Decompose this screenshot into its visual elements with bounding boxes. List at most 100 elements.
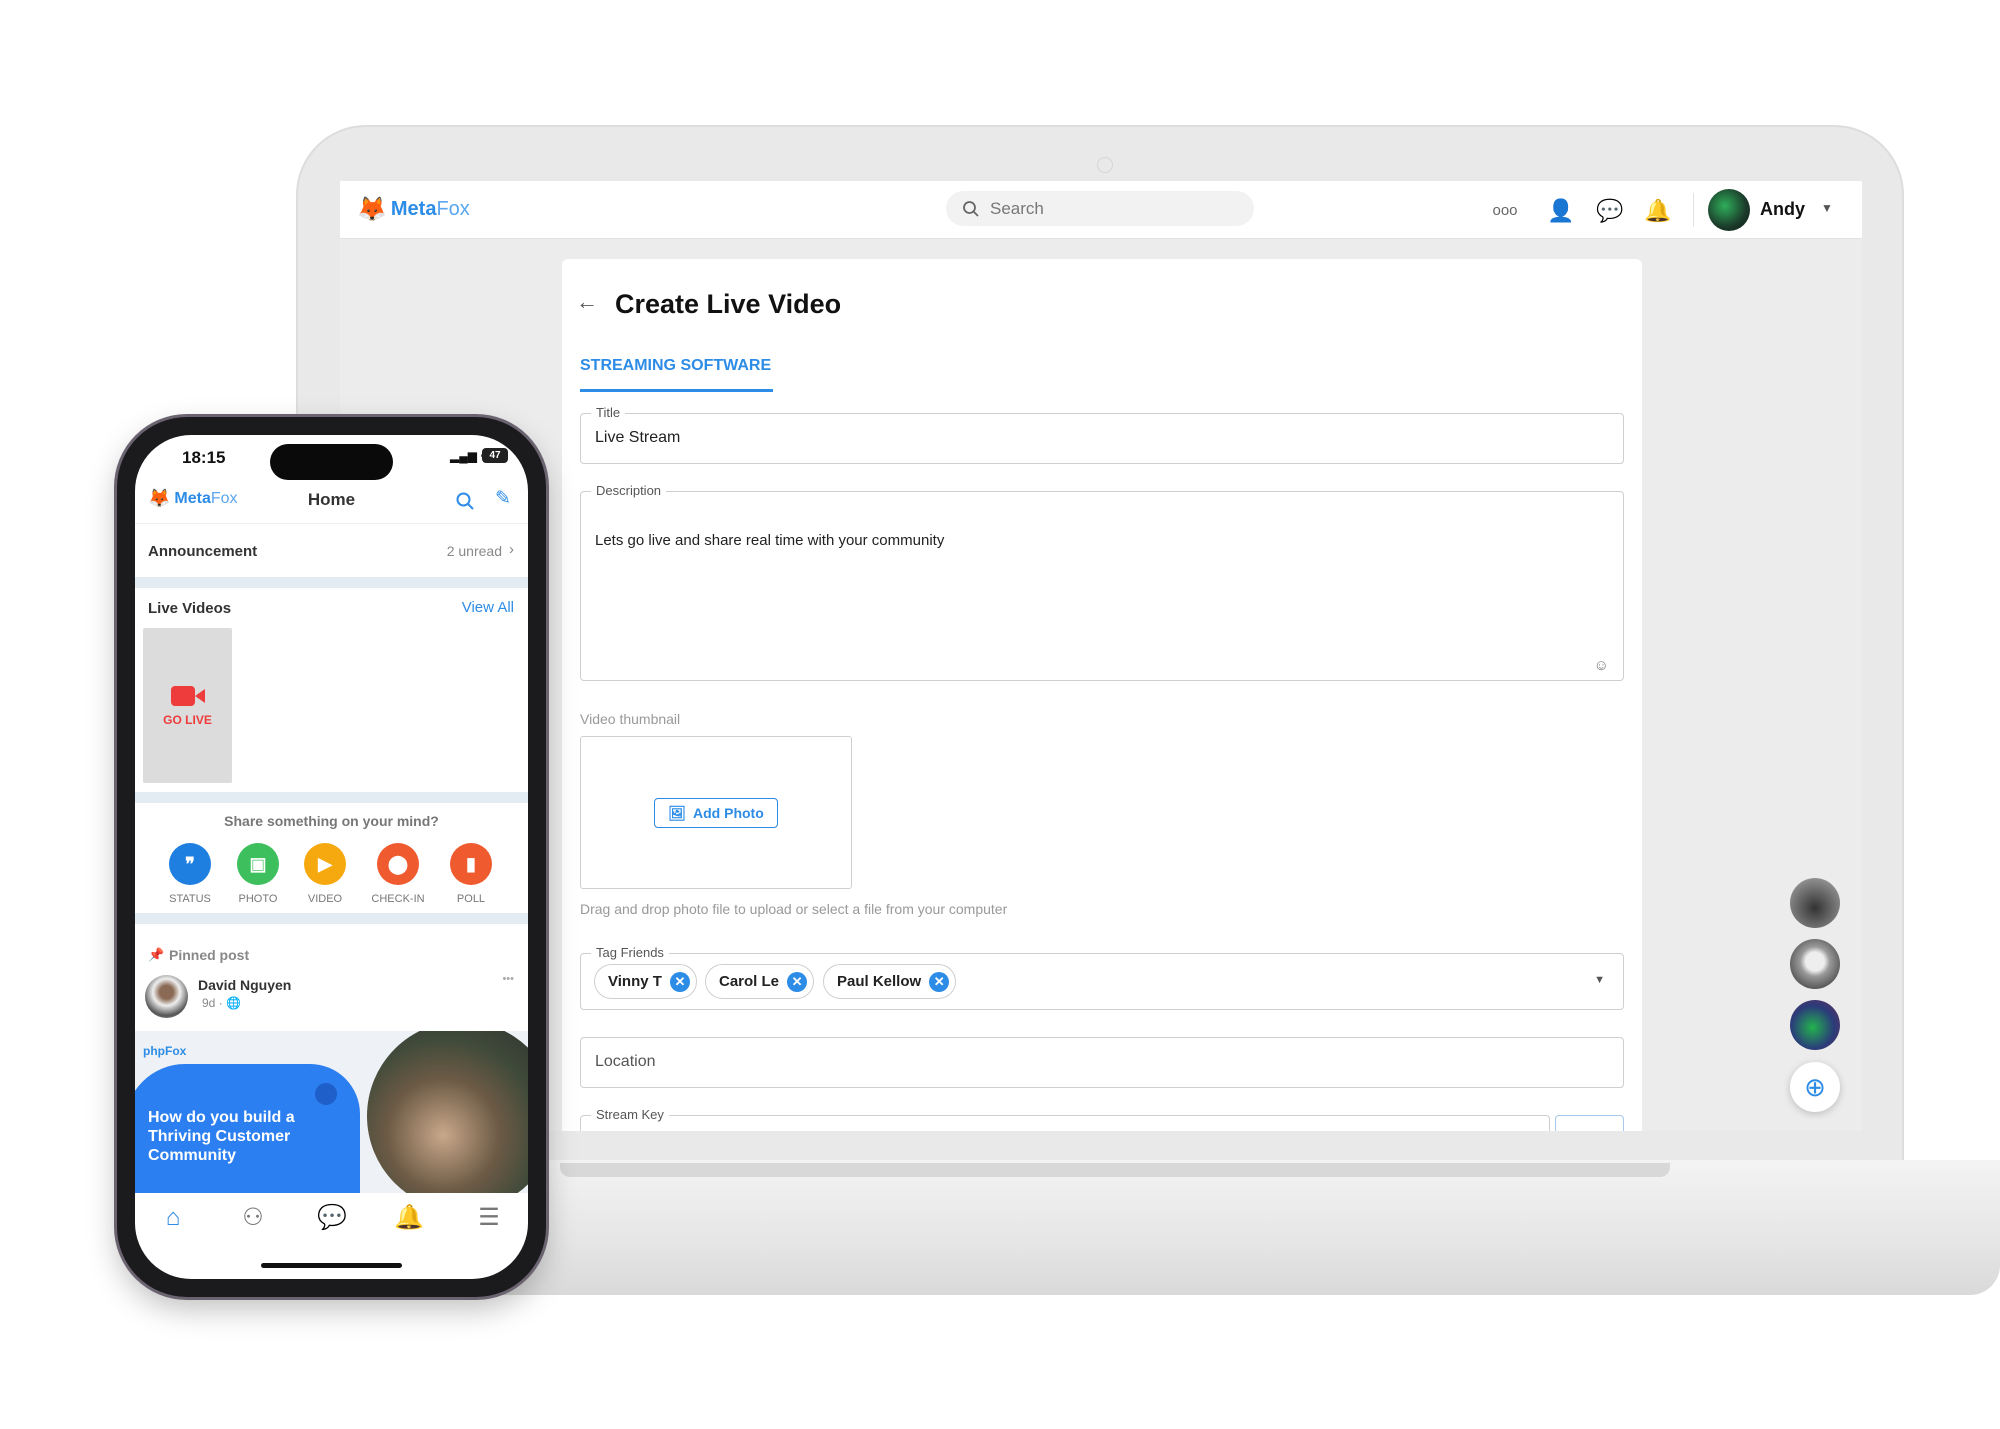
author-name[interactable]: David Nguyen (198, 977, 291, 993)
phpfox-logo: phpFox (143, 1044, 187, 1058)
home-icon[interactable]: ⌂ (158, 1203, 188, 1233)
remove-icon[interactable]: ✕ (929, 971, 950, 992)
new-chat-icon[interactable]: ⊕ (1790, 1062, 1840, 1112)
more-icon[interactable]: ooo (1491, 197, 1519, 225)
menu-icon[interactable]: ☰ (474, 1203, 504, 1233)
remove-icon[interactable]: ✕ (669, 971, 690, 992)
search-input[interactable]: Search (946, 191, 1254, 226)
status-time: 18:15 (182, 448, 226, 467)
title-field[interactable]: Title Live Stream (580, 405, 1624, 464)
announcement-label[interactable]: Announcement (148, 543, 257, 560)
dropdown-caret-icon[interactable]: ▼ (1594, 974, 1605, 986)
banner-photo (367, 1031, 528, 1193)
copy-key-button[interactable] (1555, 1115, 1624, 1131)
video-icon[interactable]: ▶ (304, 843, 346, 885)
stream-key-label: Stream Key (591, 1107, 669, 1122)
search-icon[interactable] (455, 491, 475, 511)
desktop-screen: 🦊 Meta Fox Search ooo 👤 💬 🔔 Andy ▼ ← Crea… (340, 181, 1862, 1131)
check-in-label: CHECK-IN (371, 893, 425, 905)
chip-label: Paul Kellow (837, 973, 922, 990)
banner-dot (315, 1083, 337, 1105)
battery-icon: 47 (482, 448, 508, 463)
post-age: 9d (202, 996, 216, 1010)
pin-icon: 📌 (148, 947, 165, 962)
search-icon (963, 200, 979, 217)
live-videos-heading: Live Videos (148, 600, 232, 617)
tag-chip[interactable]: Paul Kellow ✕ (823, 964, 957, 999)
globe-icon: 🌐 (226, 996, 241, 1010)
thumbnail-dropzone[interactable]: 🖼 Add Photo (580, 736, 852, 889)
section-divider (135, 792, 528, 803)
video-camera-icon (171, 686, 205, 706)
video-label: VIDEO (307, 893, 343, 905)
friends-icon[interactable]: ⚇ (238, 1203, 268, 1233)
top-header: 🦊 Meta Fox Search ooo 👤 💬 🔔 Andy ▼ (340, 181, 1862, 239)
add-friend-icon[interactable]: 👤 (1547, 197, 1575, 225)
chat-avatar[interactable] (1790, 878, 1840, 928)
post-banner-image[interactable]: phpFox How do you build a Thriving Custo… (135, 1031, 528, 1193)
dynamic-island (270, 444, 393, 480)
section-divider (135, 577, 528, 588)
remove-icon[interactable]: ✕ (787, 971, 808, 992)
logo-text: Meta (390, 198, 437, 220)
location-placeholder: Location (595, 1053, 656, 1070)
share-prompt[interactable]: Share something on your mind? (135, 813, 528, 829)
poll-label: POLL (456, 893, 486, 905)
thumbnail-label: Video thumbnail (580, 711, 681, 727)
laptop-camera (1097, 157, 1113, 173)
tab-streaming-software[interactable]: STREAMING SOFTWARE (580, 357, 771, 375)
notifications-icon[interactable]: 🔔 (1644, 197, 1672, 225)
banner-headline: How do you build a Thriving Customer Com… (148, 1109, 295, 1164)
title-label: Title (591, 405, 626, 420)
laptop-base (420, 1160, 2000, 1295)
photo-icon[interactable]: ▣ (237, 843, 279, 885)
chevron-down-icon[interactable]: ▼ (1821, 201, 1833, 215)
add-photo-label: Add Photo (693, 805, 764, 821)
messages-icon[interactable]: 💬 (1596, 197, 1624, 225)
description-field[interactable]: Description Lets go live and share real … (580, 483, 1624, 681)
stream-key-field[interactable]: Stream Key (580, 1107, 1550, 1131)
compose-icon[interactable]: ✎ (495, 487, 511, 510)
create-live-video-card: ← Create Live Video STREAMING SOFTWARE T… (562, 259, 1642, 1131)
check-in-icon[interactable]: ⬤ (377, 843, 419, 885)
more-icon[interactable]: ••• (502, 973, 514, 985)
poll-icon[interactable]: ▮ (450, 843, 492, 885)
user-name[interactable]: Andy (1760, 199, 1805, 220)
title-value: Live Stream (595, 429, 681, 446)
chevron-right-icon[interactable]: › (509, 541, 514, 558)
bell-icon[interactable]: 🔔 (394, 1203, 424, 1233)
metafox-logo[interactable]: 🦊 Meta Fox (357, 195, 470, 224)
page-title: Create Live Video (615, 289, 842, 319)
chat-avatar[interactable] (1790, 939, 1840, 989)
back-arrow-icon[interactable]: ← (576, 289, 598, 315)
pinned-label: Pinned post (169, 947, 250, 963)
emoji-icon[interactable]: ☺ (1594, 657, 1609, 674)
divider (135, 523, 528, 524)
tag-chip[interactable]: Vinny T ✕ (594, 964, 697, 999)
status-label: STATUS (169, 893, 211, 905)
description-value: Lets go live and share real time with yo… (595, 532, 945, 549)
mobile-screen: 18:15 ▂▄▆ ◠ 47 🦊 Meta Fox Home ✎ Announce… (135, 435, 528, 1279)
home-indicator (261, 1263, 402, 1268)
view-all-link[interactable]: View All (462, 599, 514, 616)
tab-indicator (580, 389, 773, 392)
chat-avatar[interactable] (1790, 1000, 1840, 1050)
thumbnail-help: Drag and drop photo file to upload or se… (580, 901, 1008, 917)
tag-friends-field[interactable]: Tag Friends Vinny T ✕ Carol Le ✕ Paul Kell… (580, 945, 1624, 1010)
section-divider (135, 913, 528, 924)
post-meta: 9d · 🌐 (202, 996, 241, 1010)
go-live-card[interactable]: GO LIVE (143, 628, 232, 783)
author-avatar[interactable] (145, 975, 188, 1018)
location-field[interactable]: Location (580, 1037, 1624, 1088)
user-avatar[interactable] (1708, 189, 1750, 231)
add-photo-button[interactable]: 🖼 Add Photo (654, 798, 778, 828)
tag-friends-label: Tag Friends (591, 945, 669, 960)
fox-icon: 🦊 (357, 196, 387, 223)
unread-count[interactable]: 2 unread (447, 543, 502, 559)
status-icon[interactable]: ❞ (169, 843, 211, 885)
chip-label: Carol Le (719, 973, 780, 990)
header-divider (1693, 193, 1694, 227)
chat-icon[interactable]: 💬 (317, 1203, 347, 1233)
tag-chip[interactable]: Carol Le ✕ (705, 964, 815, 999)
logo-text-light: Fox (436, 198, 470, 220)
